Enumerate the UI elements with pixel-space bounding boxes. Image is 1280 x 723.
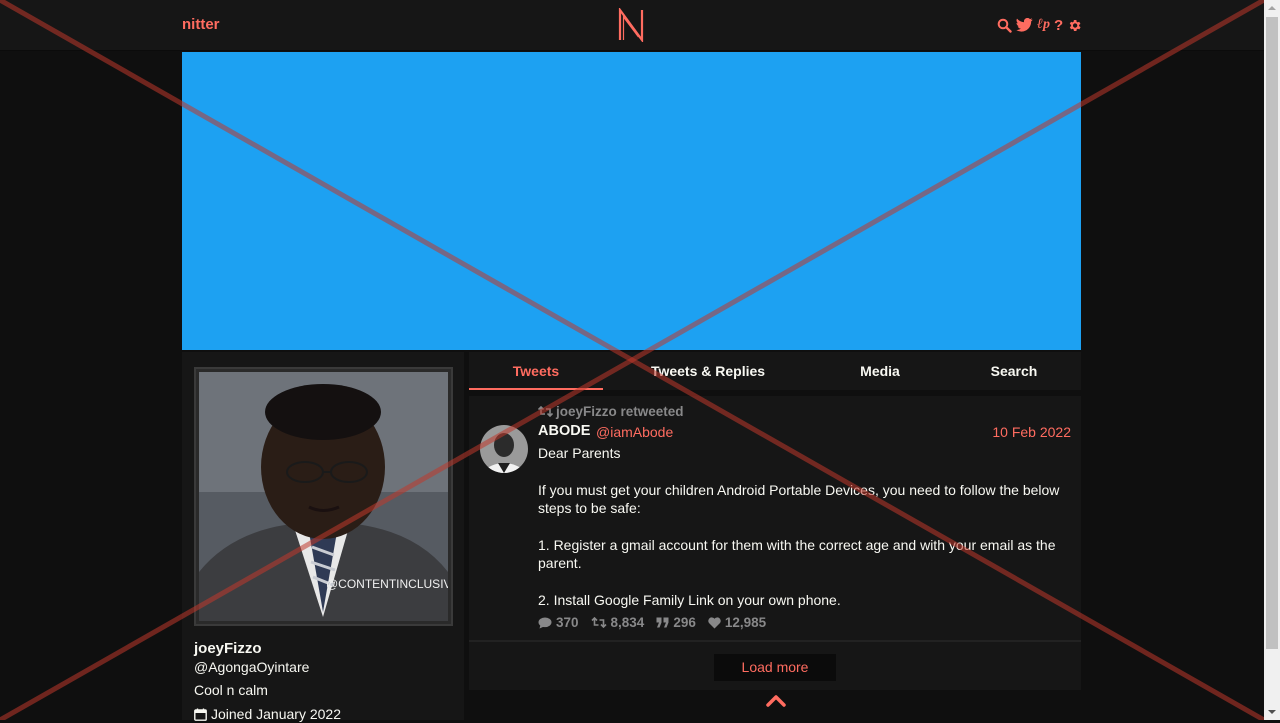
retweet-count-text: 8,834 xyxy=(610,615,645,630)
page-scrollbar[interactable] xyxy=(1264,0,1280,720)
profile-bio: Cool n calm xyxy=(194,682,268,698)
profile-fullname[interactable]: joeyFizzo xyxy=(194,640,262,657)
lp-icon[interactable]: ℓp xyxy=(1037,16,1050,34)
scroll-up-arrow-icon[interactable] xyxy=(1264,0,1280,16)
profile-avatar[interactable]: @CONTENTINCLUSIV xyxy=(194,367,453,626)
retweet-header-text: joeyFizzo retweeted xyxy=(556,404,684,419)
profile-banner[interactable] xyxy=(182,52,1081,350)
tab-search[interactable]: Search xyxy=(974,352,1054,390)
help-icon[interactable]: ? xyxy=(1054,16,1063,34)
retweet-icon xyxy=(590,617,607,628)
quote-count[interactable]: 296 xyxy=(656,615,696,630)
retweet-count[interactable]: 8,834 xyxy=(590,615,645,630)
heart-icon xyxy=(708,616,721,628)
tweet-date[interactable]: 10 Feb 2022 xyxy=(992,424,1071,440)
tweet-stats: 370 8,834 296 12,985 xyxy=(538,615,766,630)
retweet-header: joeyFizzo retweeted xyxy=(538,404,684,419)
reply-count[interactable]: 370 xyxy=(538,615,579,630)
tweet-paragraph: If you must get your children Android Po… xyxy=(538,482,1060,516)
gear-icon[interactable] xyxy=(1067,16,1082,34)
scroll-to-top-icon[interactable] xyxy=(766,694,786,708)
tweet-paragraph: 2. Install Google Family Link on your ow… xyxy=(538,592,841,608)
tab-tweets-replies[interactable]: Tweets & Replies xyxy=(629,352,787,390)
watermark-text: @CONTENTINCLUSIV xyxy=(326,577,448,591)
tweet-paragraph: 1. Register a gmail account for them wit… xyxy=(538,537,1056,571)
twitter-bird-icon[interactable] xyxy=(1016,16,1033,34)
profile-username[interactable]: @AgongaOyintare xyxy=(194,659,309,675)
tweet-username[interactable]: @iamAbode xyxy=(596,424,673,440)
search-icon[interactable] xyxy=(997,16,1012,34)
like-count[interactable]: 12,985 xyxy=(708,615,766,630)
nitter-logo-icon[interactable] xyxy=(617,6,645,44)
load-more-button[interactable]: Load more xyxy=(714,654,836,681)
tab-media[interactable]: Media xyxy=(839,352,921,390)
tab-tweets[interactable]: Tweets xyxy=(469,352,603,390)
timeline: joeyFizzo retweeted ABODE @iamAbode 10 F… xyxy=(469,396,1081,690)
profile-card: @CONTENTINCLUSIV joeyFizzo @AgongaOyinta… xyxy=(182,352,464,722)
nav-icons: ℓp ? xyxy=(997,16,1082,34)
comment-icon xyxy=(538,617,552,628)
like-count-text: 12,985 xyxy=(724,615,767,630)
tweet-body: Dear Parents If you must get your childr… xyxy=(538,444,1068,609)
tweet-fullname[interactable]: ABODE xyxy=(538,423,590,439)
site-name-link[interactable]: nitter xyxy=(182,16,220,33)
tweet-item[interactable]: joeyFizzo retweeted ABODE @iamAbode 10 F… xyxy=(469,396,1081,642)
avatar-image: @CONTENTINCLUSIV xyxy=(199,372,448,621)
tweet-avatar[interactable] xyxy=(480,425,528,473)
retweet-icon xyxy=(538,406,553,417)
timeline-tabs: Tweets Tweets & Replies Media Search xyxy=(469,352,1081,390)
reply-count-text: 370 xyxy=(556,615,579,630)
scroll-down-arrow-icon[interactable] xyxy=(1264,704,1280,720)
scrollbar-thumb[interactable] xyxy=(1266,17,1278,649)
quote-icon xyxy=(656,617,669,628)
tweet-paragraph: Dear Parents xyxy=(538,445,621,461)
quote-count-text: 296 xyxy=(673,615,696,630)
calendar-icon xyxy=(194,708,207,721)
navbar: nitter ℓp ? xyxy=(0,0,1264,51)
